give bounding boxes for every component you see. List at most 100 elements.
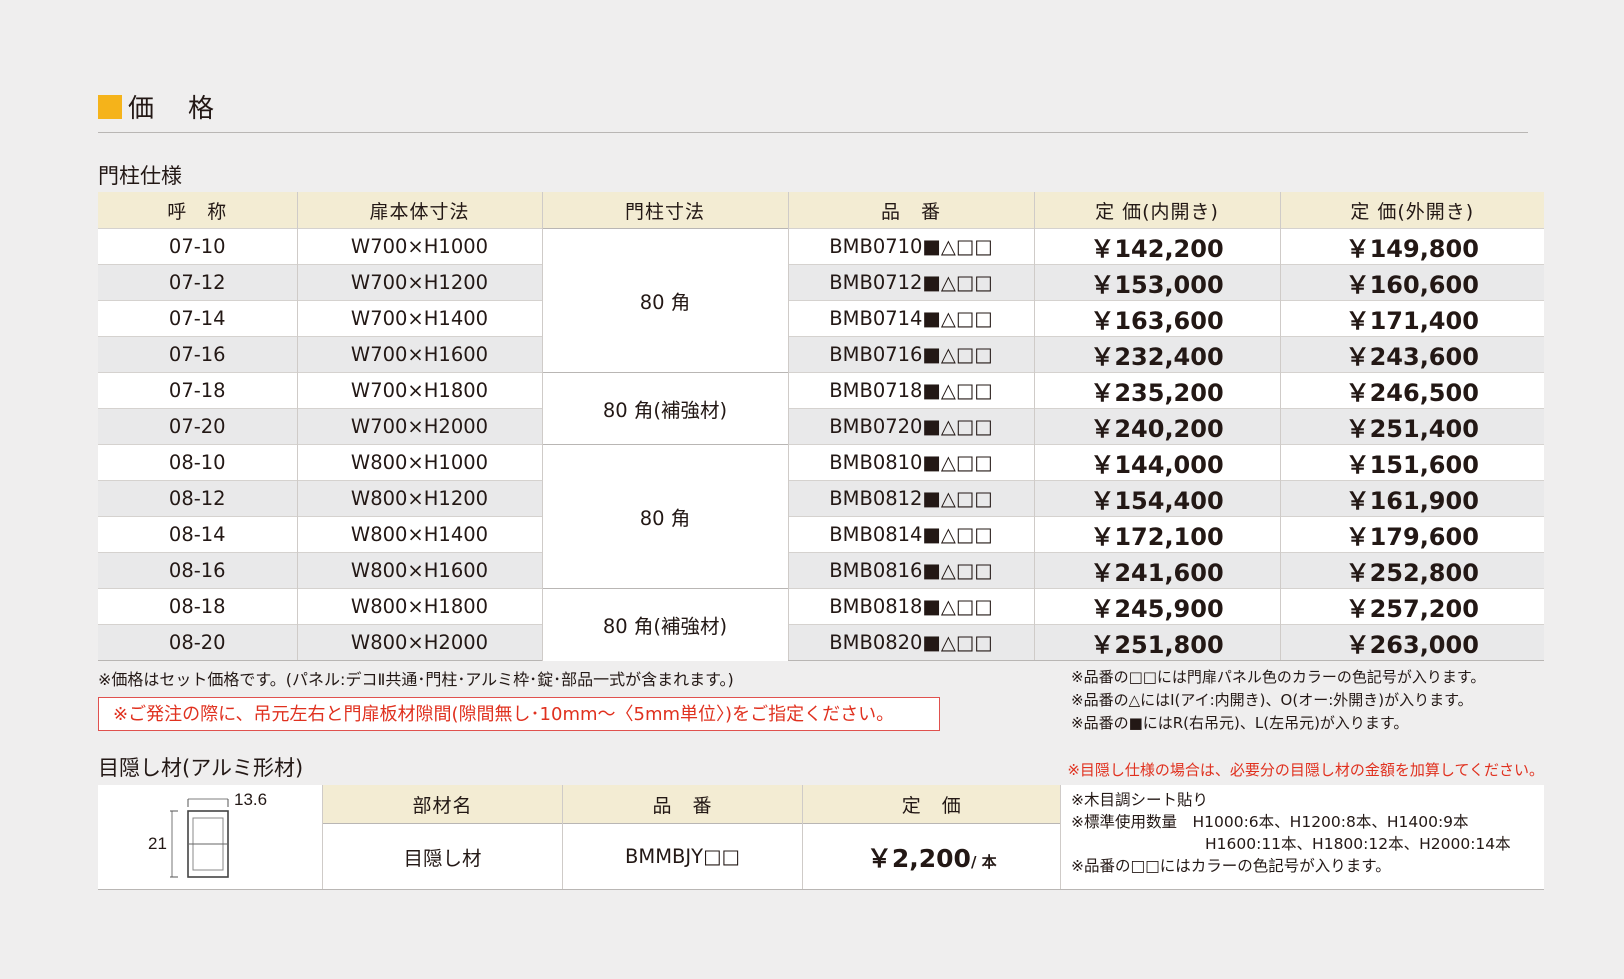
- cell-size: W700×H1200: [296, 264, 542, 301]
- cell-size: W800×H1000: [296, 444, 542, 481]
- cell-price-in: ￥153,000: [1033, 264, 1280, 301]
- screen-note: H1600:11本、H1800:12本、H2000:14本: [1205, 835, 1511, 853]
- header-name: 呼 称: [98, 192, 297, 229]
- table-row: 目隠し材 BMMBJY□□ ￥2,200/ 本: [322, 823, 1061, 889]
- cell-price-in: ￥235,200: [1033, 372, 1280, 409]
- cell-price-out: ￥179,600: [1279, 516, 1544, 553]
- cell-post: 80 角(補強材): [541, 588, 788, 661]
- table-row: 08-14 W800×H1400 BMB0814■△□□ ￥172,100 ￥1…: [98, 516, 1544, 553]
- cell-price-in: ￥163,600: [1033, 300, 1280, 337]
- cell-code: BMB0820■△□□: [787, 624, 1034, 661]
- screen-section-title: 目隠し材(アルミ形材): [98, 756, 304, 780]
- table-row: 08-18 W800×H1800 80 角(補強材) BMB0818■△□□ ￥…: [98, 588, 1544, 661]
- table-row: 07-16 W700×H1600 BMB0716■△□□ ￥232,400 ￥2…: [98, 336, 1544, 373]
- cell-price-out: ￥160,600: [1279, 264, 1544, 301]
- table-row: 08-10 W800×H1000 80 角 BMB0810■△□□ ￥144,0…: [98, 444, 1544, 589]
- cell-price-in: ￥144,000: [1033, 444, 1280, 481]
- code-note: ※品番の△にはI(アイ:内開き)、O(オー:外開き)が入ります。: [1071, 691, 1473, 709]
- title-rule: [98, 132, 1528, 133]
- cell-price-in: ￥240,200: [1033, 408, 1280, 445]
- cell-price: ￥2,200/ 本: [802, 823, 1061, 889]
- cell-price-out: ￥149,800: [1279, 228, 1544, 265]
- cell-code: BMB0716■△□□: [787, 336, 1034, 373]
- cell-size: W800×H1800: [296, 588, 542, 625]
- section-title-text: 価 格: [128, 94, 219, 124]
- cell-price-out: ￥252,800: [1279, 552, 1544, 589]
- price-table: 呼 称 扉本体寸法 門柱寸法 品 番 定 価(内開き) 定 価(外開き) 07-…: [98, 192, 1544, 661]
- cell-name: 08-10: [98, 444, 297, 481]
- table-row: 07-10 W700×H1000 80 角 BMB0710■△□□ ￥142,2…: [98, 228, 1544, 373]
- cell-post: 80 角: [541, 444, 788, 589]
- screen-note: ※木目調シート貼り: [1071, 791, 1208, 809]
- code-note: ※品番の■にはR(右吊元)、L(左吊元)が入ります。: [1071, 714, 1409, 732]
- cell-code: BMB0710■△□□: [787, 228, 1034, 265]
- screen-red-note: ※目隠し仕様の場合は、必要分の目隠し材の金額を加算してください。: [1067, 761, 1544, 779]
- table-row: 07-14 W700×H1400 BMB0714■△□□ ￥163,600 ￥1…: [98, 300, 1544, 337]
- cell-price-out: ￥243,600: [1279, 336, 1544, 373]
- table-row: 07-18 W700×H1800 80 角(補強材) BMB0718■△□□ ￥…: [98, 372, 1544, 445]
- cell-name: 07-16: [98, 336, 297, 373]
- cell-code: BMB0810■△□□: [787, 444, 1034, 481]
- table-row: 07-20 W700×H2000 BMB0720■△□□ ￥240,200 ￥2…: [98, 408, 1544, 445]
- screen-note: ※品番の□□にはカラーの色記号が入ります。: [1071, 857, 1391, 875]
- post-spec-title: 門柱仕様: [98, 164, 182, 188]
- cell-size: W800×H2000: [296, 624, 542, 661]
- screen-table: 部材名 品 番 定 価 目隠し材 BMMBJY□□ ￥2,200/ 本: [322, 785, 1061, 889]
- table-row: 07-12 W700×H1200 BMB0712■△□□ ￥153,000 ￥1…: [98, 264, 1544, 301]
- cell-size: W700×H1800: [296, 372, 542, 409]
- cell-name: 08-18: [98, 588, 297, 625]
- screen-note: ※標準使用数量 H1000:6本、H1200:8本、H1400:9本: [1071, 813, 1469, 831]
- cell-name: 07-14: [98, 300, 297, 337]
- orange-square-icon: [98, 94, 122, 119]
- screen-price: ￥2,200: [866, 843, 971, 873]
- screen-price-unit: / 本: [970, 852, 997, 871]
- cell-size: W800×H1200: [296, 480, 542, 517]
- header-product-code: 品 番: [787, 192, 1034, 229]
- cell-name: 07-10: [98, 228, 297, 265]
- profile-height-label: 21: [148, 834, 167, 853]
- cell-size: W800×H1600: [296, 552, 542, 589]
- cell-name: 08-12: [98, 480, 297, 517]
- cell-name: 07-18: [98, 372, 297, 409]
- section-title: 価 格: [98, 88, 218, 125]
- code-note: ※品番の□□には門扉パネル色のカラーの色記号が入ります。: [1071, 668, 1486, 686]
- table-row: 08-16 W800×H1600 BMB0816■△□□ ￥241,600 ￥2…: [98, 552, 1544, 589]
- cell-price-out: ￥263,000: [1279, 624, 1544, 661]
- cell-code: BMB0718■△□□: [787, 372, 1034, 409]
- set-price-note: ※価格はセット価格です。(パネル:デコⅡ共通･門柱･アルミ枠･錠･部品一式が含ま…: [98, 670, 734, 689]
- table-row: 08-20 W800×H2000 BMB0820■△□□ ￥251,800 ￥2…: [98, 624, 1544, 661]
- cell-price-out: ￥151,600: [1279, 444, 1544, 481]
- cell-code: BMMBJY□□: [562, 823, 803, 889]
- profile-drawing: 13.6 21: [98, 785, 322, 889]
- cell-code: BMB0714■△□□: [787, 300, 1034, 337]
- cell-size: W700×H1400: [296, 300, 542, 337]
- cell-name: 08-14: [98, 516, 297, 553]
- cell-price-out: ￥257,200: [1279, 588, 1544, 625]
- cell-price-in: ￥142,200: [1033, 228, 1280, 265]
- cell-size: W800×H1400: [296, 516, 542, 553]
- header-price-outward: 定 価(外開き): [1279, 192, 1544, 229]
- cell-price-in: ￥251,800: [1033, 624, 1280, 661]
- cell-part-name: 目隠し材: [322, 823, 563, 889]
- cell-price-out: ￥246,500: [1279, 372, 1544, 409]
- header-post-size: 門柱寸法: [541, 192, 788, 229]
- cell-name: 07-12: [98, 264, 297, 301]
- header-product-code: 品 番: [562, 785, 803, 824]
- order-notice-box: ※ご発注の際に、吊元左右と門扉板材隙間(隙間無し･10mm〜〈5mm単位〉)をご…: [98, 697, 940, 731]
- cell-post: 80 角(補強材): [541, 372, 788, 445]
- header-price: 定 価: [802, 785, 1061, 824]
- cell-price-out: ￥171,400: [1279, 300, 1544, 337]
- cell-code: BMB0818■△□□: [787, 588, 1034, 625]
- cell-size: W700×H2000: [296, 408, 542, 445]
- cell-price-in: ￥241,600: [1033, 552, 1280, 589]
- header-door-size: 扉本体寸法: [296, 192, 542, 229]
- cell-price-out: ￥251,400: [1279, 408, 1544, 445]
- cell-code: BMB0712■△□□: [787, 264, 1034, 301]
- cell-price-in: ￥172,100: [1033, 516, 1280, 553]
- profile-width-label: 13.6: [234, 790, 267, 809]
- cell-post: 80 角: [541, 228, 788, 373]
- cell-price-in: ￥232,400: [1033, 336, 1280, 373]
- cell-price-in: ￥245,900: [1033, 588, 1280, 625]
- cell-name: 08-20: [98, 624, 297, 661]
- screen-notes: ※木目調シート貼り ※標準使用数量 H1000:6本、H1200:8本、H140…: [1060, 785, 1544, 889]
